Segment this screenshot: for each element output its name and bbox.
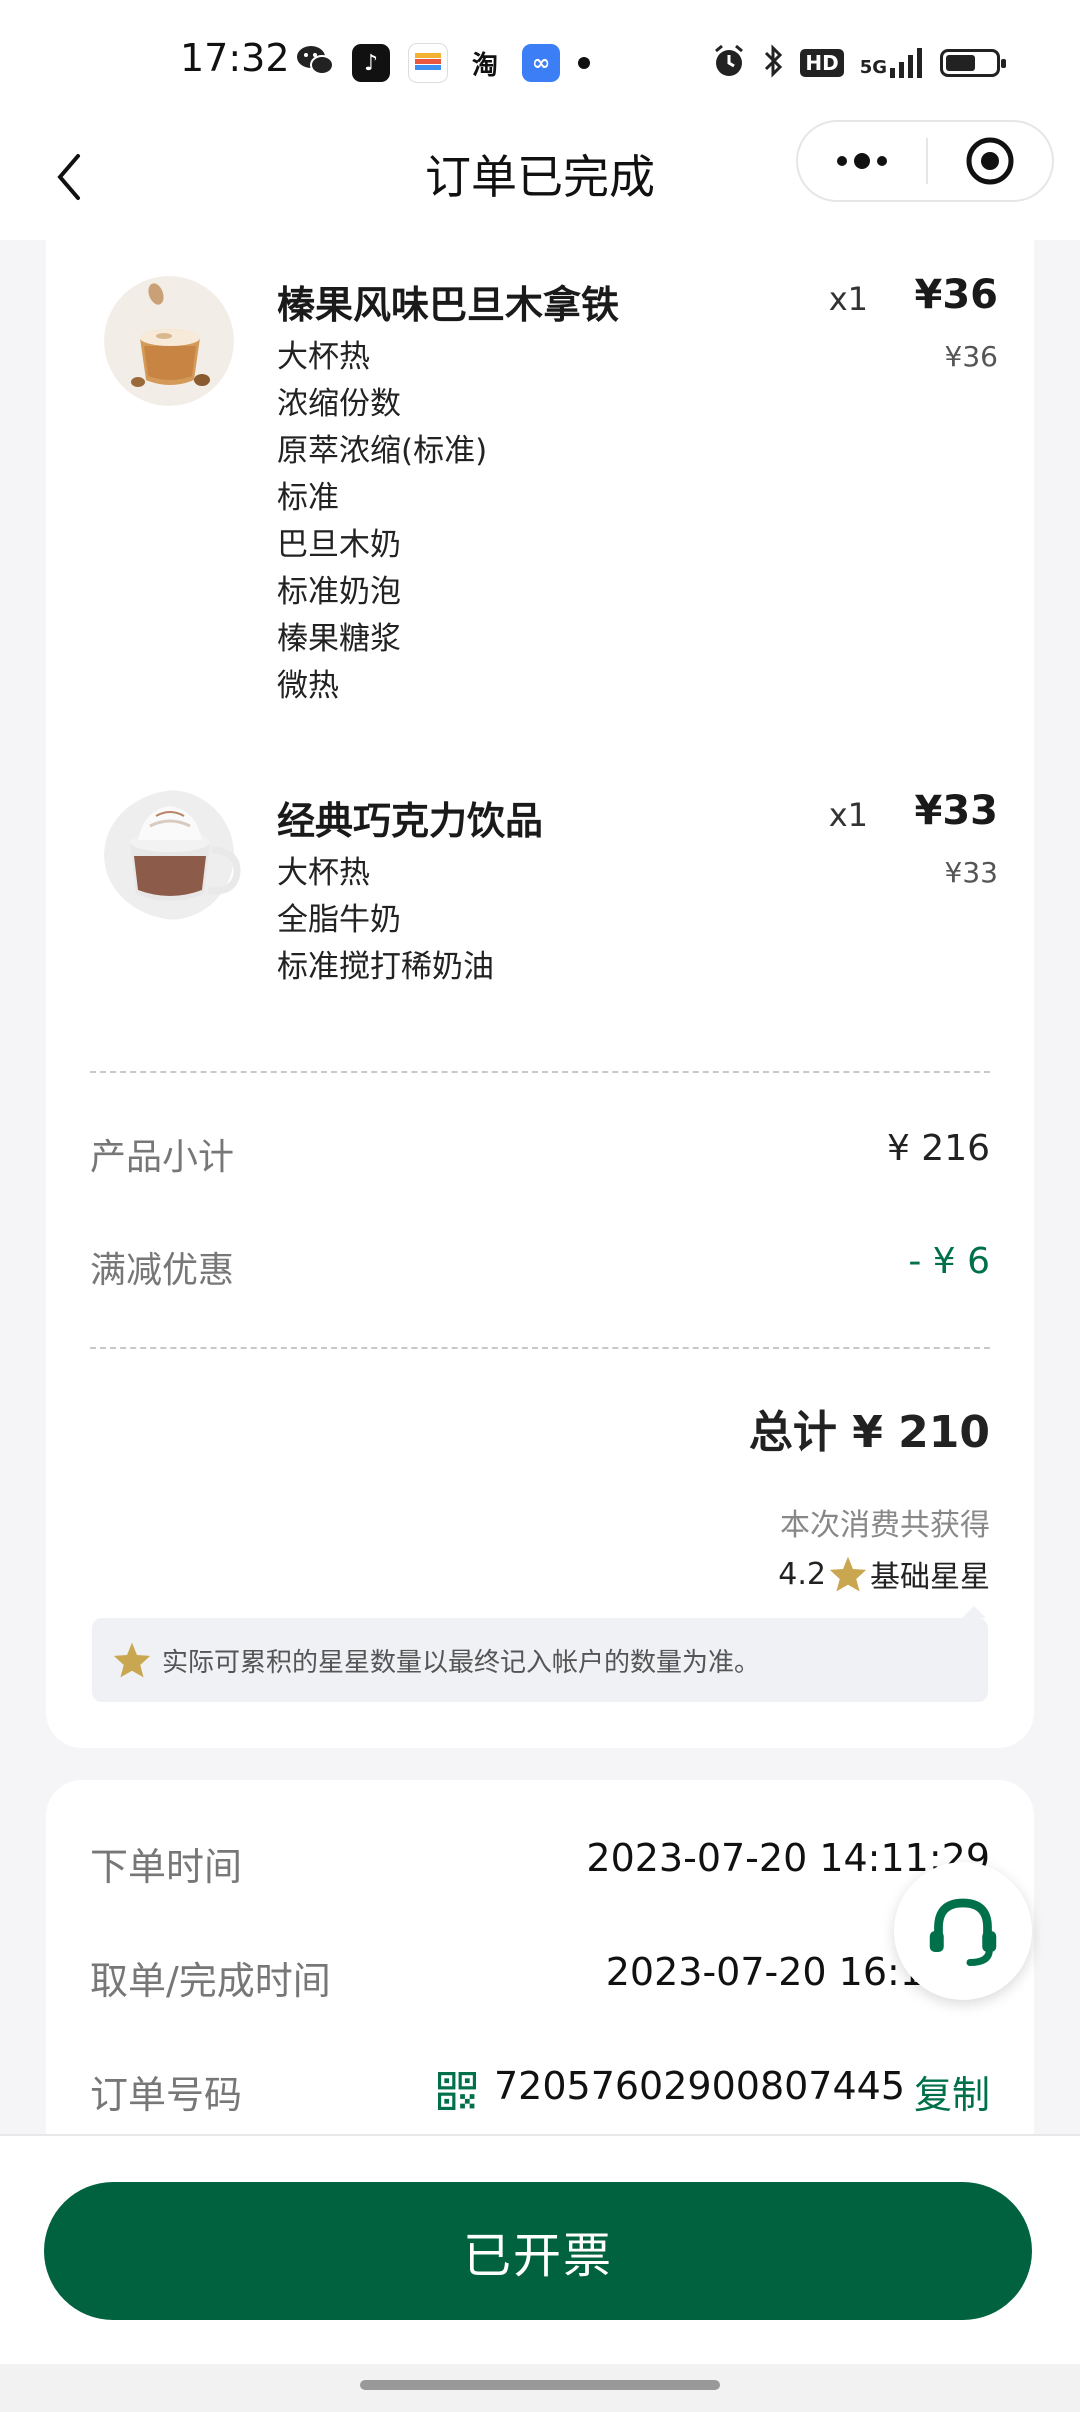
option-cup-size: 大杯热	[277, 855, 370, 891]
order-number-label: 订单号码	[90, 2073, 243, 2117]
mini-program-capsule	[796, 120, 1054, 202]
system-icons: HD 5G	[712, 40, 1006, 86]
taobao-icon: 淘	[471, 50, 498, 81]
order-total: 总计 ¥ 210	[748, 1407, 990, 1458]
item-price: ¥36	[914, 272, 999, 318]
option-cup-size: 大杯热	[277, 339, 370, 375]
note-pointer	[962, 1606, 986, 1618]
item-name: 经典巧克力饮品	[277, 799, 544, 843]
option-strength: 标准	[277, 480, 339, 516]
notification-icons: ♪ 淘 ∞	[296, 40, 590, 86]
hd-icon: HD	[800, 49, 844, 77]
wallet-icon	[408, 43, 448, 83]
order-info-card: 下单时间 2023-07-20 14:11:29 取单/完成时间 2023-07…	[46, 1780, 1034, 2140]
alarm-icon	[712, 44, 746, 82]
customer-service-button[interactable]	[894, 1862, 1032, 2000]
more-notifications-icon	[578, 57, 590, 69]
hot-chocolate-image	[104, 790, 241, 920]
option-temperature: 微热	[277, 668, 339, 704]
more-dots-icon	[837, 153, 887, 169]
more-button[interactable]	[798, 122, 926, 200]
subtotal-label: 产品小计	[90, 1137, 235, 1178]
battery-icon	[940, 49, 1006, 77]
invoice-button[interactable]: 已开票	[44, 2182, 1032, 2320]
option-milk: 全脂牛奶	[277, 902, 401, 938]
item-options: 大杯热 全脂牛奶 标准搅打稀奶油	[277, 850, 494, 991]
order-time-label: 下单时间	[90, 1845, 243, 1889]
infinity-app-icon: ∞	[522, 44, 560, 82]
stars-earned-value: 4.2	[778, 1556, 826, 1592]
dashed-divider	[90, 1071, 990, 1073]
item-unit-price: ¥36	[944, 340, 998, 373]
item-quantity: x1	[828, 796, 868, 834]
copy-button[interactable]: 复制	[914, 2064, 990, 2119]
home-indicator[interactable]	[360, 2380, 720, 2390]
item-price: ¥33	[914, 788, 999, 834]
headset-icon	[929, 1898, 997, 1966]
order-number-value: 72057602900807445	[494, 2064, 906, 2108]
status-bar: 17:32 ♪ 淘 ∞ HD 5G	[0, 0, 1080, 120]
option-cream: 标准搅打稀奶油	[277, 949, 494, 985]
wechat-icon	[296, 44, 334, 82]
target-close-icon	[966, 137, 1014, 185]
stars-earned-unit: 基础星星	[870, 1560, 990, 1595]
nav-bar: 订单已完成	[0, 120, 1080, 240]
order-detail-card: 榛果风味巴旦木拿铁 x1 ¥36 ¥36 大杯热 浓缩份数 原萃浓缩(标准) 标…	[46, 240, 1034, 1748]
option-milk: 巴旦木奶	[277, 527, 401, 563]
option-espresso-type: 原萃浓缩(标准)	[277, 433, 488, 469]
bottom-action-bar: 已开票	[0, 2134, 1080, 2366]
item-name: 榛果风味巴旦木拿铁	[277, 283, 620, 327]
item-unit-price: ¥33	[944, 856, 998, 889]
bluetooth-icon	[762, 44, 784, 82]
stars-earned-caption: 本次消费共获得	[780, 1508, 990, 1543]
item-quantity: x1	[828, 280, 868, 318]
status-time: 17:32	[180, 36, 290, 80]
stars-earned: 4.2 基础星星	[778, 1552, 990, 1596]
subtotal-value: ¥ 216	[886, 1128, 990, 1169]
dashed-divider	[90, 1347, 990, 1349]
item-options: 大杯热 浓缩份数 原萃浓缩(标准) 标准 巴旦木奶 标准奶泡 榛果糖浆 微热	[277, 334, 487, 710]
tiktok-icon: ♪	[352, 44, 390, 82]
signal-icon: 5G	[860, 48, 924, 78]
discount-label: 满减优惠	[90, 1250, 235, 1291]
complete-time-label: 取单/完成时间	[90, 1959, 331, 2003]
option-espresso-shots: 浓缩份数	[277, 386, 401, 422]
discount-value: - ¥ 6	[908, 1241, 990, 1282]
star-icon	[113, 1642, 151, 1678]
option-syrup: 榛果糖浆	[277, 621, 401, 657]
hazelnut-latte-image	[104, 276, 234, 406]
complete-time-value: 2023-07-20 16:1	[605, 1950, 924, 1994]
stars-note-text: 实际可累积的星星数量以最终记入帐户的数量为准。	[162, 1647, 761, 1678]
stars-note: 实际可累积的星星数量以最终记入帐户的数量为准。	[92, 1606, 988, 1702]
close-button[interactable]	[928, 122, 1052, 200]
option-foam: 标准奶泡	[277, 574, 401, 610]
star-icon	[829, 1556, 867, 1592]
qr-code-icon[interactable]	[438, 2072, 476, 2110]
